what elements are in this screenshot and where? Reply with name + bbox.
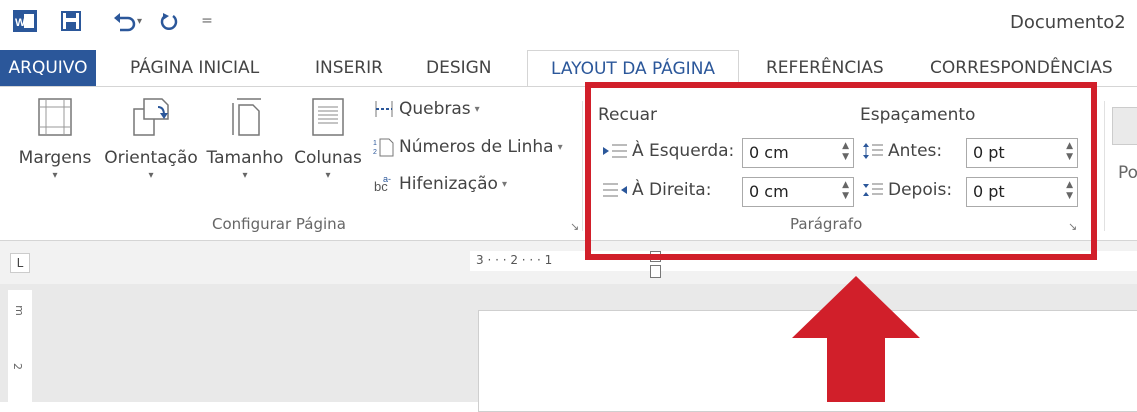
margens-label: Margens [18, 148, 92, 168]
page-size-icon [232, 98, 261, 136]
chevron-down-icon: ▾ [325, 170, 331, 181]
hifenizacao-label: Hifenização [399, 174, 498, 194]
svg-text:a-: a- [383, 174, 391, 184]
tamanho-button[interactable]: Tamanho ▾ [200, 97, 290, 181]
dialog-launcher-icon[interactable]: ↘ [570, 220, 579, 233]
tamanho-label: Tamanho [206, 148, 284, 168]
numeros-de-linha-button[interactable]: 12 Números de Linha ▾ [373, 137, 563, 157]
ribbon-tabs: ARQUIVO PÁGINA INICIAL INSERIR DESIGN LA… [0, 50, 1137, 88]
line-numbers-icon: 12 [373, 138, 394, 157]
document-title: Documento2 [1010, 12, 1126, 33]
chevron-down-icon: ▾ [242, 170, 248, 181]
margins-icon [38, 98, 72, 136]
vruler-number: m [12, 305, 26, 316]
group-separator [1104, 101, 1105, 231]
svg-text:2: 2 [373, 149, 377, 156]
hifenizacao-button[interactable]: bc a- Hifenização ▾ [373, 173, 507, 195]
vruler-number: 2 [11, 363, 24, 370]
svg-text:▾: ▾ [137, 16, 142, 27]
tab-selector[interactable]: L [10, 253, 30, 273]
orientacao-label: Orientação [104, 148, 198, 168]
title-bar: W ▾ = Documento2 [0, 0, 1137, 44]
configurar-pagina-group-label: Configurar Página [212, 215, 346, 233]
columns-icon [312, 98, 344, 136]
colunas-label: Colunas [294, 148, 362, 168]
group-separator [582, 101, 583, 231]
redo-icon[interactable] [158, 10, 182, 32]
numeros-label: Números de Linha [399, 137, 554, 157]
colunas-button[interactable]: Colunas ▾ [290, 97, 366, 181]
tab-arquivo[interactable]: ARQUIVO [0, 50, 96, 86]
tab-inserir[interactable]: INSERIR [315, 50, 383, 86]
position-icon[interactable] [1112, 107, 1137, 145]
tab-design[interactable]: DESIGN [426, 50, 492, 86]
chevron-down-icon: ▾ [52, 170, 58, 181]
tab-correspondencias[interactable]: CORRESPONDÊNCIAS [930, 50, 1113, 86]
svg-text:W: W [15, 17, 26, 29]
chevron-down-icon: ▾ [474, 103, 480, 115]
orientacao-button[interactable]: Orientação ▾ [102, 97, 200, 181]
indent-marker-icon[interactable] [650, 265, 661, 278]
tab-pagina-inicial[interactable]: PÁGINA INICIAL [130, 50, 259, 86]
quebras-button[interactable]: Quebras ▾ [373, 99, 480, 119]
word-logo-icon[interactable]: W [12, 10, 38, 32]
tab-referencias[interactable]: REFERÊNCIAS [766, 50, 884, 86]
chevron-down-icon: ▾ [501, 178, 507, 190]
chevron-down-icon: ▾ [557, 141, 563, 153]
undo-icon[interactable]: ▾ [112, 10, 146, 32]
margens-button[interactable]: Margens ▾ [14, 97, 96, 181]
breaks-icon [375, 101, 393, 117]
ruler-numbers: 3 · · · 2 · · · 1 [476, 253, 553, 267]
chevron-down-icon: ▾ [148, 170, 154, 181]
vertical-ruler[interactable]: m 2 [8, 290, 32, 402]
quebras-label: Quebras [399, 99, 471, 119]
orientation-icon [133, 98, 169, 136]
position-button-label[interactable]: Pos [1118, 163, 1137, 183]
highlight-box [585, 82, 1097, 260]
hyphenation-icon: bca- [374, 174, 391, 194]
arrow-up-icon [792, 276, 920, 402]
customize-quick-access-icon[interactable]: = [198, 10, 216, 32]
save-icon[interactable] [58, 10, 84, 32]
svg-text:1: 1 [373, 140, 377, 147]
